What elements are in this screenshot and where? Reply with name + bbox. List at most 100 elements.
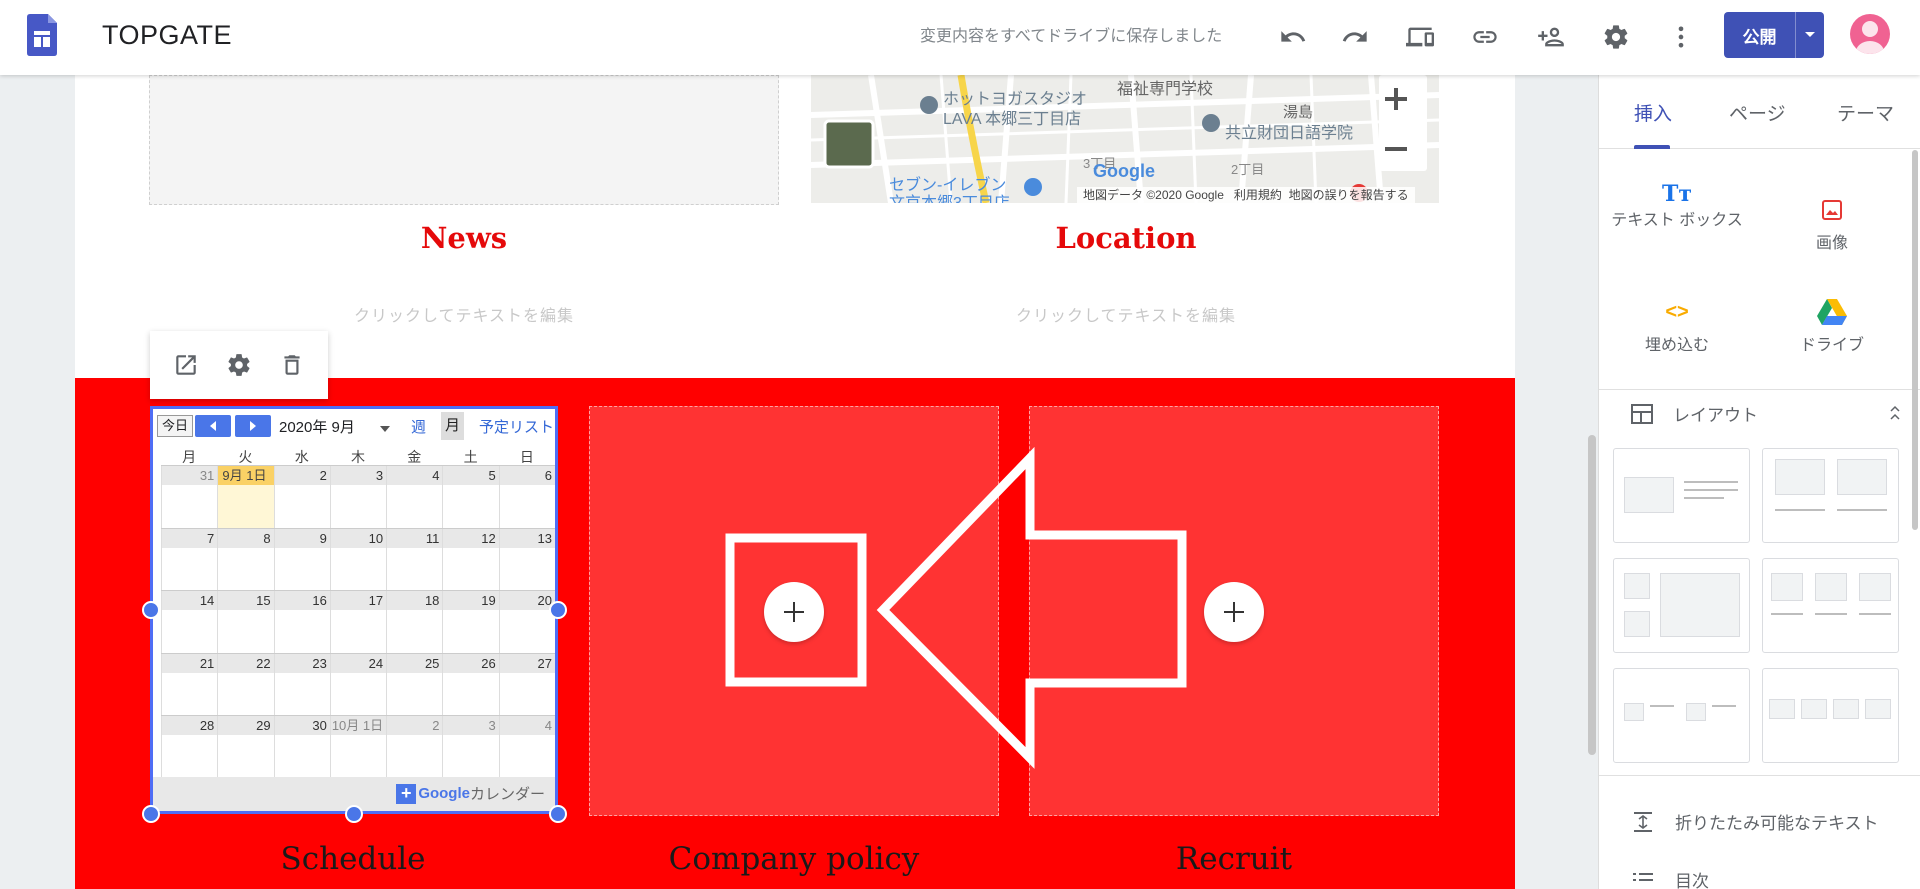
- calendar-day-cell[interactable]: 18: [386, 591, 443, 653]
- calendar-day-cell[interactable]: 7: [161, 528, 218, 590]
- add-calendar-plus-icon[interactable]: +: [396, 783, 417, 804]
- open-in-new-icon[interactable]: [169, 348, 203, 382]
- map-terms-link[interactable]: 利用規約: [1234, 188, 1282, 202]
- calendar-month-dropdown-icon[interactable]: [379, 421, 391, 436]
- calendar-day-cell[interactable]: 28: [161, 716, 218, 778]
- calendar-day-cell[interactable]: 17: [329, 591, 387, 653]
- calendar-day-cell[interactable]: 26: [442, 653, 499, 715]
- google-sites-logo-icon[interactable]: [27, 14, 57, 56]
- calendar-view-week[interactable]: 週: [411, 416, 426, 437]
- insert-collapsible-text[interactable]: 折りたたみ可能なテキスト: [1633, 809, 1879, 834]
- calendar-day-cell[interactable]: 22: [217, 653, 274, 715]
- calendar-day-cell[interactable]: 25: [386, 653, 443, 715]
- calendar-day-cell[interactable]: 21: [161, 653, 218, 715]
- link-icon[interactable]: [1466, 18, 1504, 56]
- resize-handle-bottom-right[interactable]: [549, 805, 567, 823]
- layout-option-image-left[interactable]: [1613, 448, 1750, 543]
- preview-devices-icon[interactable]: [1401, 18, 1439, 56]
- share-add-person-icon[interactable]: [1532, 18, 1570, 56]
- location-map[interactable]: ホットヨガスタジオ LAVA 本郷三丁目店 福祉専門学校 湯島 共立財団日語学院…: [811, 75, 1439, 203]
- calendar-view-month[interactable]: 月: [441, 412, 465, 440]
- calendar-day-cell[interactable]: 4: [498, 716, 555, 778]
- publish-dropdown-chevron-icon[interactable]: [1796, 12, 1824, 58]
- account-avatar[interactable]: [1850, 14, 1890, 54]
- news-image-placeholder[interactable]: [149, 75, 779, 205]
- calendar-prev-icon[interactable]: [195, 415, 231, 437]
- calendar-day-cell[interactable]: 5: [442, 466, 499, 528]
- google-calendar-brand[interactable]: + Google カレンダー: [396, 783, 545, 804]
- calendar-day-cell[interactable]: 9: [273, 528, 330, 590]
- company-policy-label[interactable]: Company policy: [589, 841, 999, 877]
- calendar-day-cell[interactable]: 19: [442, 591, 499, 653]
- resize-handle-bottom-left[interactable]: [142, 805, 160, 823]
- calendar-day-cell[interactable]: 20: [498, 591, 555, 653]
- calendar-day-cell[interactable]: 14: [161, 591, 218, 653]
- calendar-today-button[interactable]: 今日: [157, 415, 194, 437]
- calendar-day-cell[interactable]: 6: [498, 466, 555, 528]
- google-calendar-embed[interactable]: 今日 2020年 9月 週 月 予定リスト 月 火 水 木 金 土 日 31 9月…: [150, 406, 558, 814]
- calendar-day-cell[interactable]: 10月 1日: [329, 716, 387, 778]
- calendar-day-number: 3: [330, 466, 387, 485]
- calendar-day-cell[interactable]: 31: [161, 466, 218, 528]
- layout-option-image-grid[interactable]: [1613, 558, 1750, 653]
- calendar-day-cell[interactable]: 12: [442, 528, 499, 590]
- calendar-day-cell[interactable]: 23: [273, 653, 330, 715]
- calendar-month-label[interactable]: 2020年 9月: [279, 416, 355, 437]
- calendar-day-cell[interactable]: 24: [329, 653, 387, 715]
- more-vert-icon[interactable]: [1662, 18, 1700, 56]
- calendar-day-cell[interactable]: 3: [442, 716, 499, 778]
- calendar-day-cell[interactable]: 4: [386, 466, 443, 528]
- calendar-day-cell[interactable]: 27: [498, 653, 555, 715]
- insert-embed[interactable]: <> 埋め込む: [1599, 295, 1755, 355]
- calendar-day-cell[interactable]: 3: [329, 466, 387, 528]
- recruit-label[interactable]: Recruit: [1029, 841, 1439, 877]
- layout-option-four-columns[interactable]: [1762, 668, 1899, 763]
- insert-image[interactable]: 画像: [1757, 193, 1907, 253]
- resize-handle-left[interactable]: [142, 601, 160, 619]
- location-title[interactable]: Location: [811, 221, 1441, 255]
- settings-gear-icon[interactable]: [1597, 18, 1635, 56]
- undo-icon[interactable]: [1274, 18, 1312, 56]
- location-edit-hint[interactable]: クリックしてテキストを編集: [811, 302, 1441, 326]
- calendar-day-cell[interactable]: 30: [273, 716, 330, 778]
- layout-option-two-images[interactable]: [1762, 448, 1899, 543]
- site-title[interactable]: TOPGATE: [102, 20, 232, 51]
- calendar-day-cell[interactable]: 16: [273, 591, 330, 653]
- tab-insert[interactable]: 挿入: [1634, 99, 1672, 126]
- resize-handle-bottom[interactable]: [345, 805, 363, 823]
- redo-icon[interactable]: [1336, 18, 1374, 56]
- resize-handle-right[interactable]: [549, 601, 567, 619]
- tab-pages[interactable]: ページ: [1729, 99, 1786, 126]
- calendar-day-cell[interactable]: 13: [498, 528, 555, 590]
- publish-button[interactable]: 公開: [1724, 12, 1824, 58]
- calendar-day-cell[interactable]: 2: [273, 466, 330, 528]
- map-zoom-out-icon[interactable]: [1379, 125, 1427, 171]
- canvas-scrollbar[interactable]: [1588, 435, 1596, 755]
- map-report-link[interactable]: 地図の誤りを報告する: [1289, 188, 1409, 202]
- calendar-day-cell[interactable]: 29: [217, 716, 274, 778]
- calendar-day-cell[interactable]: 9月 1日: [217, 466, 274, 528]
- map-zoom-in-icon[interactable]: [1379, 75, 1427, 123]
- tab-themes[interactable]: テーマ: [1837, 99, 1894, 126]
- layout-option-two-small[interactable]: [1613, 668, 1750, 763]
- delete-trash-icon[interactable]: [275, 348, 309, 382]
- news-title[interactable]: News: [149, 221, 779, 255]
- insert-drive[interactable]: ドライブ: [1757, 295, 1907, 355]
- calendar-next-icon[interactable]: [235, 415, 271, 437]
- calendar-view-agenda[interactable]: 予定リスト: [479, 416, 554, 437]
- insert-text-box[interactable]: Tт テキスト ボックス: [1599, 177, 1755, 229]
- insert-table-of-contents[interactable]: 目次: [1633, 867, 1709, 889]
- calendar-day-cell[interactable]: 11: [386, 528, 443, 590]
- panel-scrollbar[interactable]: [1912, 150, 1918, 530]
- calendar-day-cell[interactable]: 10: [329, 528, 387, 590]
- calendar-day-cell[interactable]: 2: [386, 716, 443, 778]
- collapse-chevron-icon[interactable]: [1889, 405, 1901, 426]
- news-edit-hint[interactable]: クリックしてテキストを編集: [149, 302, 779, 326]
- calendar-day-cell[interactable]: 15: [217, 591, 274, 653]
- schedule-label[interactable]: Schedule: [149, 841, 557, 877]
- publish-label[interactable]: 公開: [1724, 12, 1796, 58]
- calendar-day-cell[interactable]: 8: [217, 528, 274, 590]
- embed-settings-gear-icon[interactable]: [222, 348, 256, 382]
- layout-option-three-columns[interactable]: [1762, 558, 1899, 653]
- layout-section-header[interactable]: レイアウト: [1631, 401, 1758, 426]
